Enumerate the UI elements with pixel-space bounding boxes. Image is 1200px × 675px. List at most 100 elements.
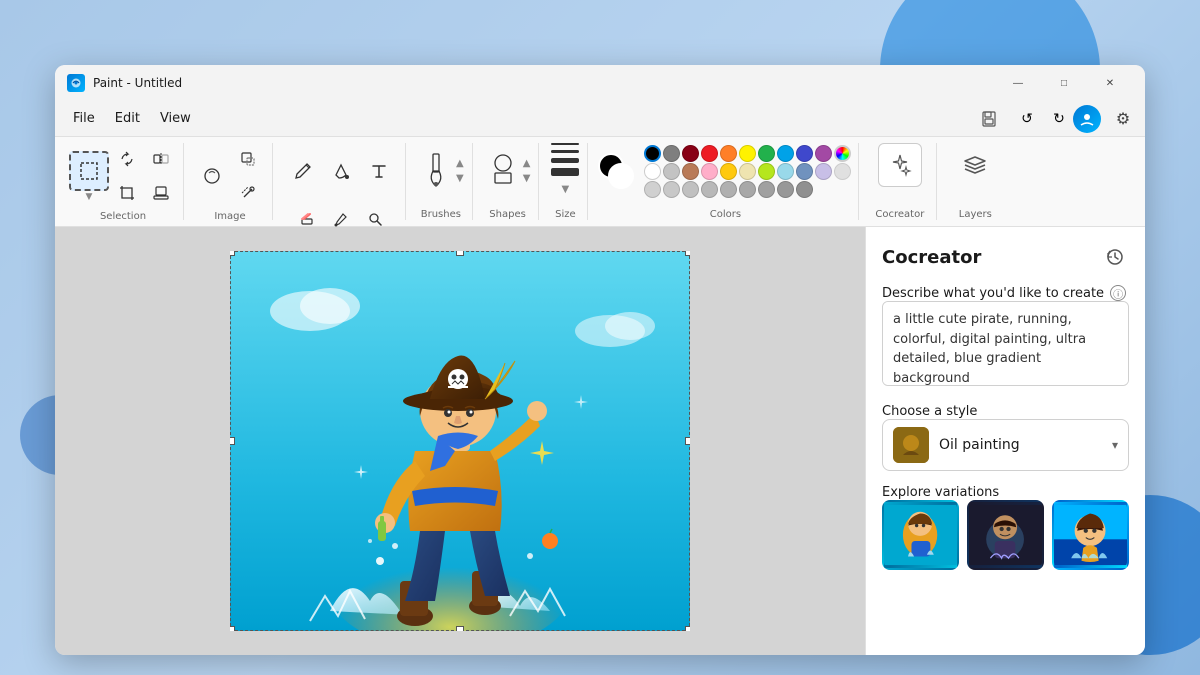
ribbon-toolbar: ▼ — [55, 137, 1145, 227]
variation-3[interactable] — [1052, 500, 1129, 570]
magic-select-button[interactable] — [232, 177, 264, 209]
color-swatch[interactable] — [796, 145, 813, 162]
color-swatch[interactable] — [777, 163, 794, 180]
color-swatch[interactable] — [720, 181, 737, 198]
color-swatch[interactable] — [758, 181, 775, 198]
fill-button[interactable] — [323, 143, 359, 199]
color-swatch[interactable] — [777, 145, 794, 162]
image-group: Image — [188, 143, 273, 220]
menu-edit[interactable]: Edit — [105, 107, 150, 130]
color-swatch[interactable] — [758, 163, 775, 180]
image-tools-row — [196, 143, 264, 209]
color-swatch[interactable] — [663, 163, 680, 180]
undo-redo-group: ↺ ↻ — [1013, 105, 1073, 133]
panel-header: Cocreator — [882, 243, 1129, 271]
prompt-textarea[interactable]: a little cute pirate, running, colorful,… — [882, 301, 1129, 386]
size-group: ▼ Size — [543, 143, 588, 220]
layers-button[interactable] — [953, 143, 997, 187]
user-avatar[interactable] — [1073, 105, 1101, 133]
color-swatch[interactable] — [834, 163, 851, 180]
close-button[interactable]: ✕ — [1087, 65, 1133, 101]
canvas-area: Cocreator Describe what you'd like to cr… — [55, 227, 1145, 655]
chevron-down-icon: ▾ — [1112, 438, 1118, 452]
color-swatch[interactable] — [758, 145, 775, 162]
variation-1[interactable] — [882, 500, 959, 570]
rotate-button[interactable] — [111, 143, 143, 175]
active-colors-display — [598, 153, 634, 189]
save-button[interactable] — [973, 105, 1005, 133]
color-swatch[interactable] — [701, 163, 718, 180]
color-swatch[interactable] — [739, 145, 756, 162]
color-swatch[interactable] — [739, 181, 756, 198]
color-swatch[interactable] — [720, 163, 737, 180]
text-button[interactable] — [361, 143, 397, 199]
main-window: Paint - Untitled — □ ✕ File Edit View ↺ … — [55, 65, 1145, 655]
color-swatch[interactable] — [644, 163, 661, 180]
shapes-group: ▲ ▼ Shapes — [477, 143, 540, 220]
history-button[interactable] — [1101, 243, 1129, 271]
shapes-row: ▲ ▼ — [485, 143, 531, 199]
color-swatch[interactable] — [815, 163, 832, 180]
style-label: Choose a style — [882, 404, 1129, 419]
tools-row-1 — [285, 143, 397, 199]
color-swatch[interactable] — [682, 163, 699, 180]
color-swatch[interactable] — [720, 145, 737, 162]
pencil-button[interactable] — [285, 143, 321, 199]
cocreator-ribbon-group: Cocreator — [863, 143, 937, 220]
color-swatch[interactable] — [701, 181, 718, 198]
color-wheel-button[interactable] — [834, 145, 851, 162]
background-color[interactable] — [608, 163, 634, 189]
size-1-line[interactable] — [551, 143, 579, 145]
menu-file[interactable]: File — [63, 107, 105, 130]
stamp-button[interactable] — [145, 177, 177, 209]
selection-group: ▼ — [63, 143, 184, 220]
settings-button[interactable]: ⚙ — [1109, 105, 1137, 133]
redo-button[interactable]: ↻ — [1045, 105, 1073, 133]
size-4-line[interactable] — [551, 168, 579, 176]
color-swatch[interactable] — [663, 145, 680, 162]
color-swatch[interactable] — [739, 163, 756, 180]
colors-label: Colors — [598, 209, 852, 220]
crop-button[interactable] — [111, 177, 143, 209]
selection-tools-row: ▼ — [69, 143, 177, 209]
minimize-button[interactable]: — — [995, 65, 1041, 101]
describe-section: Describe what you'd like to create ⓘ a l… — [882, 285, 1129, 390]
color-swatch[interactable] — [663, 181, 680, 198]
canvas-workspace[interactable] — [55, 227, 865, 655]
color-swatch[interactable] — [777, 181, 794, 198]
canvas-image[interactable] — [230, 251, 690, 631]
style-dropdown[interactable]: Oil painting ▾ — [882, 419, 1129, 471]
color-swatch[interactable] — [815, 145, 832, 162]
image-effects-button[interactable] — [196, 160, 228, 192]
brush-button[interactable] — [418, 143, 454, 199]
variations-grid — [882, 500, 1129, 570]
color-swatch[interactable] — [682, 145, 699, 162]
selection-rectangle-button[interactable] — [69, 151, 109, 191]
color-swatch[interactable] — [644, 181, 661, 198]
brushes-row: ▲ ▼ — [418, 143, 464, 199]
image-label: Image — [214, 211, 245, 222]
size-3-line[interactable] — [551, 158, 579, 163]
resize-button[interactable] — [232, 143, 264, 175]
size-2-line[interactable] — [551, 150, 579, 153]
flip-button[interactable] — [145, 143, 177, 175]
menu-view[interactable]: View — [150, 107, 201, 130]
variations-label: Explore variations — [882, 485, 1129, 500]
variation-2[interactable] — [967, 500, 1044, 570]
title-bar: Paint - Untitled — □ ✕ — [55, 65, 1145, 101]
cocreator-ribbon-label: Cocreator — [875, 209, 924, 220]
color-swatch[interactable] — [701, 145, 718, 162]
window-controls: — □ ✕ — [995, 65, 1133, 101]
undo-button[interactable]: ↺ — [1013, 105, 1041, 133]
maximize-button[interactable]: □ — [1041, 65, 1087, 101]
color-palette — [644, 145, 852, 198]
info-icon[interactable]: ⓘ — [1110, 285, 1126, 301]
shapes-button[interactable] — [485, 143, 521, 199]
shapes-label: Shapes — [489, 209, 526, 220]
size-label: Size — [555, 209, 576, 220]
color-swatch[interactable] — [682, 181, 699, 198]
color-swatch[interactable] — [644, 145, 661, 162]
color-swatch[interactable] — [796, 181, 813, 198]
color-swatch[interactable] — [796, 163, 813, 180]
cocreator-ribbon-button[interactable] — [878, 143, 922, 187]
